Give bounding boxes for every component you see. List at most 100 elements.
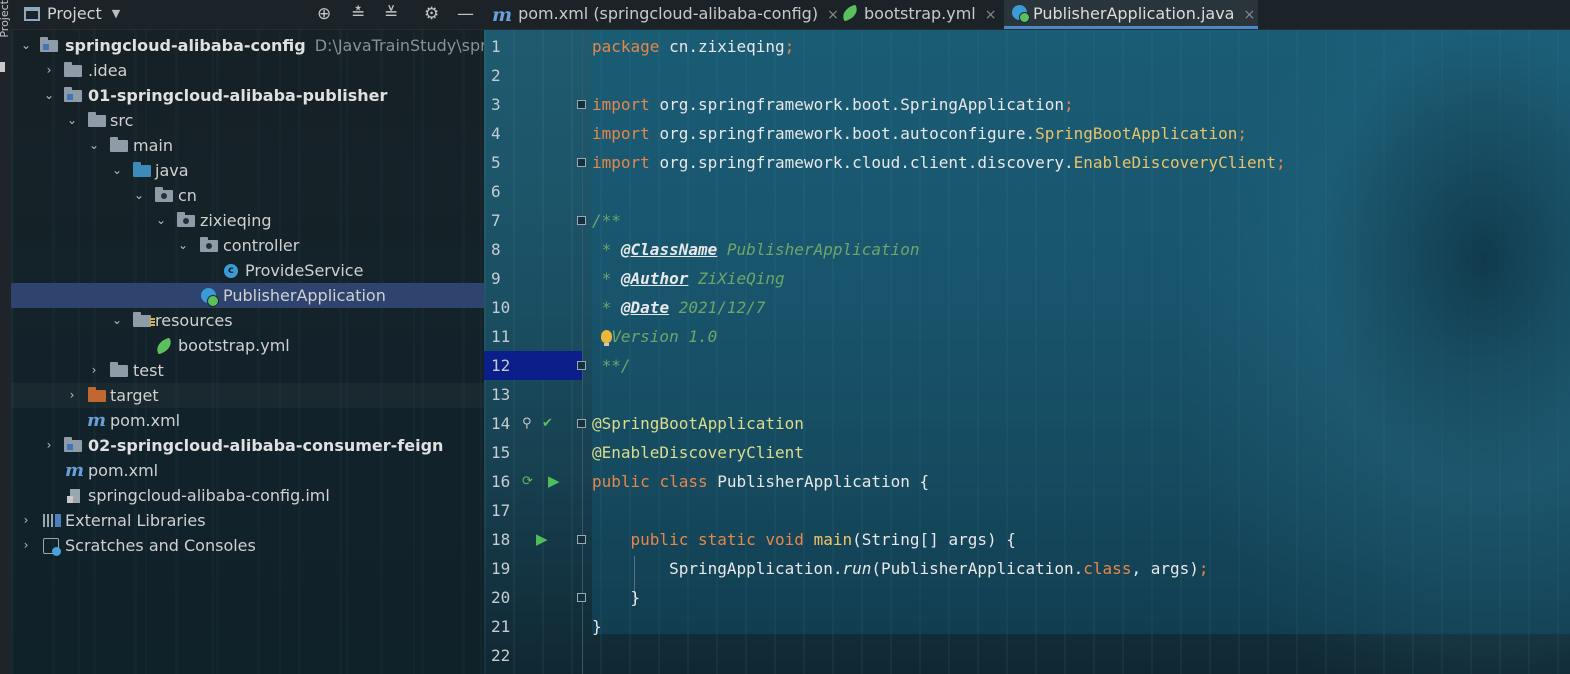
code-line: 21 } (484, 612, 1570, 641)
chevron-right-icon[interactable]: › (42, 58, 56, 83)
tree-item-controller[interactable]: ⌄ controller (11, 233, 484, 258)
spring-boot-app-icon[interactable]: ⟳ (522, 467, 533, 496)
code-text[interactable]: import org.springframework.boot.SpringAp… (592, 90, 1074, 119)
chevron-down-icon[interactable]: ⌄ (42, 83, 56, 108)
tree-item-provideservice[interactable]: c ProvideService (11, 258, 484, 283)
chevron-down-icon[interactable]: ⌄ (154, 208, 168, 233)
code-text[interactable]: } (592, 583, 641, 612)
chevron-down-icon[interactable]: ⌄ (176, 233, 190, 258)
tree-item-idea[interactable]: › .idea (11, 58, 484, 83)
run-icon[interactable]: ▶ (536, 525, 548, 554)
chevron-down-icon[interactable]: ⌄ (65, 108, 79, 133)
chevron-down-icon[interactable]: ⌄ (110, 308, 124, 333)
line-number: 15 (491, 443, 511, 462)
code-line: 15 @EnableDiscoveryClient (484, 438, 1570, 467)
tab-bootstrap-yml[interactable]: bootstrap.yml × (840, 0, 1002, 29)
folder-icon (110, 137, 128, 152)
tree-item-main[interactable]: ⌄ main (11, 133, 484, 158)
code-text[interactable]: /** (592, 206, 621, 235)
code-line: 6 (484, 177, 1570, 206)
close-icon[interactable]: × (1243, 7, 1255, 23)
tree-item-scratches-and-consoles[interactable]: › Scratches and Consoles (11, 533, 484, 558)
line-number: 13 (491, 385, 511, 404)
spring-bean-icon[interactable]: ✔ (542, 409, 553, 438)
tree-item-java[interactable]: ⌄ java (11, 158, 484, 183)
chevron-down-icon[interactable]: ⌄ (87, 133, 101, 158)
tree-item-external-libraries[interactable]: › External Libraries (11, 508, 484, 533)
fold-icon[interactable] (577, 158, 586, 167)
tree-item-springcloud-alibaba-config[interactable]: ⌄ springcloud-alibaba-config D:\JavaTrain… (11, 33, 484, 58)
folder-icon (64, 62, 82, 77)
code-text[interactable]: } (592, 612, 602, 641)
code-text[interactable]: @EnableDiscoveryClient (592, 438, 804, 467)
tree-item-label: main (133, 136, 173, 155)
fold-icon[interactable] (577, 419, 586, 428)
chevron-right-icon[interactable]: › (42, 433, 56, 458)
chevron-right-icon[interactable]: › (65, 383, 79, 408)
tab-label: pom.xml (springcloud-alibaba-config) (518, 4, 819, 23)
chevron-right-icon[interactable]: › (19, 508, 33, 533)
chevron-right-icon[interactable]: › (19, 533, 33, 558)
line-number: 12 (484, 351, 582, 380)
code-text[interactable]: * @Date 2021/12/7 (592, 293, 766, 322)
tree-item-publisher-module[interactable]: ⌄ 01-springcloud-alibaba-publisher (11, 83, 484, 108)
gear-icon[interactable]: ⚙ (424, 4, 439, 24)
tab-publisherapplication-java[interactable]: PublisherApplication.java × (1004, 0, 1258, 29)
tree-item-zixieqing[interactable]: ⌄ zixieqing (11, 208, 484, 233)
fold-icon[interactable] (577, 593, 586, 602)
tree-item-bootstrap-yml[interactable]: bootstrap.yml (11, 333, 484, 358)
code-line: 7 /** (484, 206, 1570, 235)
code-text[interactable]: * @ClassName PublisherApplication (592, 235, 920, 264)
code-text[interactable]: public class PublisherApplication { (592, 467, 929, 496)
fold-icon[interactable] (577, 216, 586, 225)
tree-item-publisherapplication[interactable]: PublisherApplication (11, 283, 484, 308)
chevron-down-icon: ▼ (111, 7, 121, 20)
code-editor[interactable]: 1 package cn.zixieqing; 2 3 import org.s… (484, 30, 1570, 674)
tree-item-cn[interactable]: ⌄ cn (11, 183, 484, 208)
tab-pom-xml[interactable]: m pom.xml (springcloud-alibaba-config) × (492, 0, 839, 29)
code-line: 1 package cn.zixieqing; (484, 32, 1570, 61)
fold-icon[interactable] (577, 535, 586, 544)
line-number: 4 (491, 124, 501, 143)
locate-icon[interactable]: ⊕ (317, 4, 331, 24)
code-text[interactable]: public static void main(String[] args) { (592, 525, 1016, 554)
tree-item-iml-file[interactable]: springcloud-alibaba-config.iml (11, 483, 484, 508)
code-text[interactable]: **/ (592, 351, 631, 380)
code-text[interactable]: Version 1.0 (592, 322, 717, 351)
code-text[interactable]: import org.springframework.cloud.client.… (592, 148, 1286, 177)
line-number: 21 (491, 617, 511, 636)
tree-item-module-pom-xml[interactable]: m pom.xml (11, 408, 484, 433)
code-text[interactable]: import org.springframework.boot.autoconf… (592, 119, 1247, 148)
tree-item-src[interactable]: ⌄ src (11, 108, 484, 133)
code-text[interactable]: * @Author ZiXieQing (592, 264, 785, 293)
chevron-down-icon[interactable]: ⌄ (110, 158, 124, 183)
code-text[interactable]: SpringApplication.run(PublisherApplicati… (592, 554, 1208, 583)
close-icon[interactable]: × (985, 7, 997, 23)
fold-icon[interactable] (577, 100, 586, 109)
folder-icon (88, 112, 106, 127)
project-view-selector[interactable]: Project ▼ (24, 4, 120, 23)
expand-all-icon[interactable]: ≛ (351, 4, 365, 24)
code-text[interactable]: @SpringBootApplication (592, 409, 804, 438)
fold-icon[interactable] (577, 361, 586, 370)
chevron-down-icon[interactable]: ⌄ (19, 33, 33, 58)
tree-item-test[interactable]: › test (11, 358, 484, 383)
tree-item-resources[interactable]: ⌄ resources (11, 308, 484, 333)
close-icon[interactable]: × (827, 7, 839, 23)
chevron-down-icon[interactable]: ⌄ (132, 183, 146, 208)
bean-search-icon[interactable]: ⚲ (522, 409, 532, 438)
line-number: 19 (491, 559, 511, 578)
spring-leaf-icon (840, 4, 860, 21)
minimize-icon[interactable]: — (457, 4, 474, 24)
tree-item-root-pom-xml[interactable]: m pom.xml (11, 458, 484, 483)
run-icon[interactable]: ▶ (548, 467, 560, 496)
tree-item-label: pom.xml (88, 461, 159, 480)
collapse-all-icon[interactable]: ≚ (384, 4, 398, 24)
chevron-right-icon[interactable]: › (87, 358, 101, 383)
code-line: 10 * @Date 2021/12/7 (484, 293, 1570, 322)
tree-item-target[interactable]: › target (11, 383, 484, 408)
code-text[interactable]: package cn.zixieqing; (592, 32, 794, 61)
tree-item-consumer-feign-module[interactable]: › 02-springcloud-alibaba-consumer-feign (11, 433, 484, 458)
iml-file-icon (67, 489, 80, 503)
code-line: 17 (484, 496, 1570, 525)
